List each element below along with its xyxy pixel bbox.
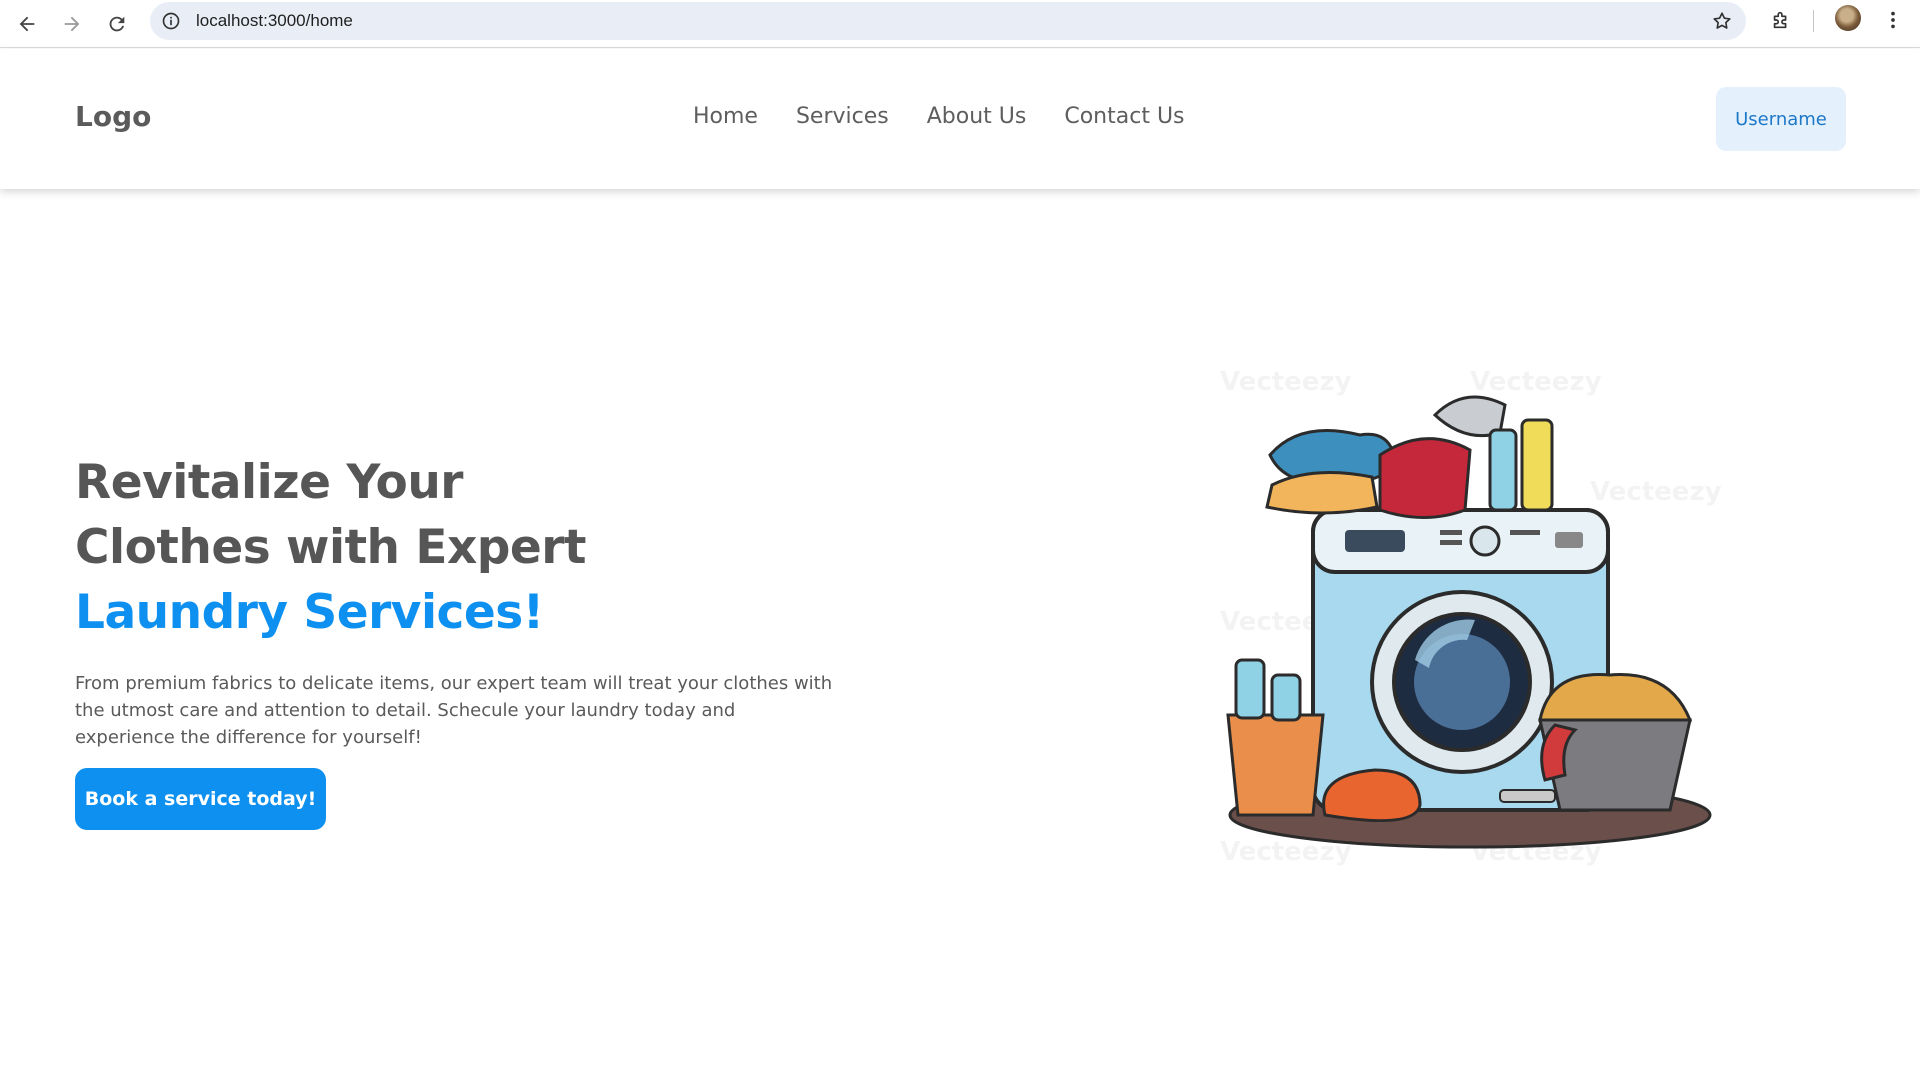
display-window [1345,530,1405,552]
nav-link-contact-us[interactable]: Contact Us [1064,104,1184,129]
hero-heading-line-1: Revitalize Your [75,455,463,510]
folded-clothes-yellow [1265,471,1379,515]
nav-link-about-us[interactable]: About Us [927,104,1027,129]
orange-bucket [1226,713,1325,817]
username-button[interactable]: Username [1716,87,1846,151]
hero-heading-line-2: Clothes with Expert [75,520,586,575]
extensions-icon[interactable] [1767,6,1795,34]
reload-icon[interactable] [100,7,134,41]
bookmark-star-icon[interactable] [1710,9,1734,33]
tube-floor [1499,789,1556,803]
watermark-text: Vecteezy [1220,367,1352,397]
folded-clothes-red [1378,437,1472,519]
hero-heading: Revitalize Your Clothes with Expert Laun… [75,450,725,645]
dial-knob [1469,525,1501,557]
forward-arrow-icon[interactable] [55,7,89,41]
bottle-blue [1488,428,1518,512]
book-service-button[interactable]: Book a service today! [75,768,326,830]
bottle-yellow [1520,418,1554,512]
address-bar[interactable]: localhost:3000/home [150,2,1746,40]
washing-machine-illustration: Vecteezy Vecteezy Vecteezy Vecteezy Vect… [1220,367,1722,867]
url-text[interactable]: localhost:3000/home [196,11,353,31]
nav-link-services[interactable]: Services [796,104,889,129]
site-header: Logo Home Services About Us Contact Us U… [0,49,1920,189]
profile-avatar[interactable] [1835,5,1861,31]
hero-heading-accent: Laundry Services! [75,585,544,640]
hero-description: From premium fabrics to delicate items, … [75,673,833,748]
bottle-left-1 [1234,658,1266,720]
browser-toolbar: localhost:3000/home [0,0,1920,48]
toolbar-divider [1813,10,1814,32]
back-arrow-icon[interactable] [10,7,44,41]
watermark-text: Vecteezy [1470,367,1602,397]
main-nav: Home Services About Us Contact Us [693,104,1223,129]
site-logo[interactable]: Logo [75,100,151,133]
nav-link-home[interactable]: Home [693,104,758,129]
watermark-text: Vecteezy [1590,477,1722,507]
bottle-left-2 [1270,673,1302,722]
site-info-icon[interactable] [160,10,182,32]
more-vert-icon[interactable] [1880,6,1906,34]
